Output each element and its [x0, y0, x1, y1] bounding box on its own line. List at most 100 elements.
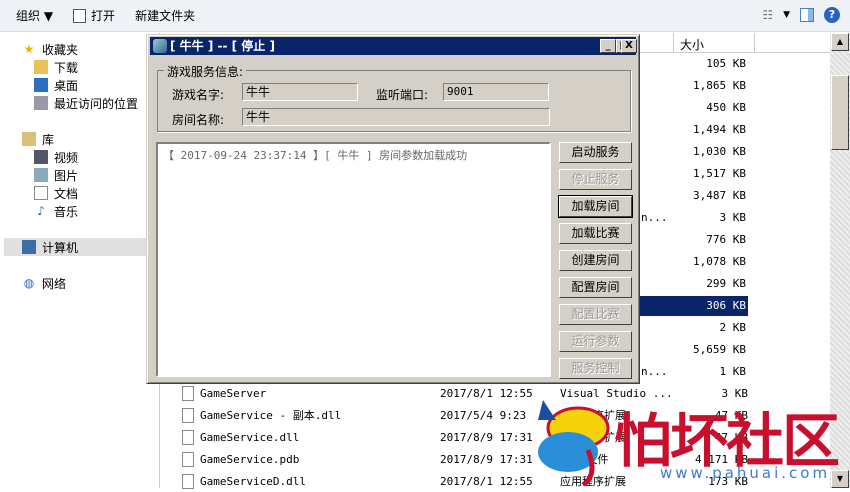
nav-documents[interactable]: 文档	[34, 184, 78, 202]
file-size: 4,171 KB	[695, 453, 748, 466]
file-icon	[182, 474, 194, 489]
view-icon[interactable]: ☷	[762, 8, 773, 22]
minimize-button[interactable]: _	[600, 39, 616, 53]
game-name-field[interactable]: 牛牛	[242, 83, 358, 101]
action-button-8[interactable]: 运行参数	[559, 331, 632, 352]
view-dropdown-icon[interactable]: ▼	[783, 10, 790, 20]
action-button-3[interactable]: 加载房间	[558, 195, 633, 218]
dialog-title: [ 牛牛 ] -- [ 停止 ]	[170, 39, 275, 53]
nav-label: 最近访问的位置	[54, 96, 139, 111]
scroll-down-button[interactable]: ▼	[831, 470, 849, 488]
file-icon	[182, 452, 194, 467]
open-button[interactable]: 打开	[63, 0, 125, 32]
file-icon	[182, 408, 194, 423]
port-field[interactable]: 9001	[443, 83, 549, 101]
computer-icon	[22, 240, 36, 254]
action-button-7[interactable]: 配置比赛	[559, 304, 632, 325]
file-size: 1,494 KB	[693, 123, 746, 136]
game-name-label: 游戏名字:	[172, 88, 225, 102]
preview-pane-icon[interactable]	[800, 8, 814, 22]
nav-recent[interactable]: 最近访问的位置	[34, 94, 138, 112]
room-name-field[interactable]: 牛牛	[242, 108, 550, 126]
column-divider[interactable]	[754, 33, 755, 53]
toolbar: 组织 ▼ 打开 新建文件夹 ☷ ▼ ?	[0, 0, 850, 32]
action-button-2[interactable]: 停止服务	[559, 169, 632, 190]
nav-downloads[interactable]: 下载	[34, 58, 78, 76]
nav-label: 网络	[42, 276, 67, 291]
new-folder-button[interactable]: 新建文件夹	[125, 0, 205, 32]
recent-icon	[34, 96, 48, 110]
file-size: 47 KB	[714, 431, 748, 444]
nav-pictures[interactable]: 图片	[34, 166, 78, 184]
file-date: 2017/5/4 9:23	[440, 409, 527, 422]
type-truncated: n...	[641, 211, 668, 224]
action-button-9[interactable]: 服务控制	[559, 358, 632, 379]
file-date: 2017/8/9 17:31	[440, 431, 533, 444]
pictures-icon	[34, 168, 48, 182]
file-row[interactable]: GameService - 副本.dll 2017/5/4 9:23 应用程序扩展 4…	[180, 406, 750, 426]
nav-network[interactable]: ◍ 网络	[22, 274, 66, 292]
file-icon	[182, 430, 194, 445]
nav-label: 视频	[54, 150, 79, 165]
file-size: 3 KB	[721, 387, 749, 400]
file-size: 1,517 KB	[693, 167, 746, 180]
app-icon	[153, 39, 167, 53]
action-button-5[interactable]: 创建房间	[559, 250, 632, 271]
close-button[interactable]: X	[621, 39, 637, 53]
file-size: 173 KB	[708, 475, 748, 488]
nav-label: 计算机	[42, 240, 79, 255]
file-size: 299 KB	[706, 277, 746, 290]
scroll-up-button[interactable]: ▲	[831, 33, 849, 51]
file-row[interactable]: GameServer 2017/8/1 12:55 Visual Studio ..…	[180, 384, 750, 404]
library-icon	[22, 132, 36, 146]
dialog-title-bar[interactable]: [ 牛牛 ] -- [ 停止 ] _ □	[150, 37, 636, 55]
file-size: 47 KB	[714, 409, 748, 422]
nav-videos[interactable]: 视频	[34, 148, 78, 166]
file-size: 2 KB	[719, 321, 747, 334]
action-button-1[interactable]: 启动服务	[559, 142, 632, 163]
vertical-scrollbar[interactable]: ▲ ▼	[830, 33, 850, 488]
port-label: 监听端口:	[376, 88, 429, 102]
file-type: 应用程序扩展	[560, 409, 626, 422]
size-header-label: 大小	[680, 38, 705, 52]
nav-favorites[interactable]: ★ 收藏夹	[22, 40, 78, 58]
file-type: 应用程序扩展	[560, 431, 626, 444]
file-name: GameServiceD.dll	[200, 475, 306, 488]
help-icon[interactable]: ?	[824, 7, 840, 23]
downloads-icon	[34, 60, 48, 74]
nav-desktop[interactable]: 桌面	[34, 76, 78, 94]
file-size: 776 KB	[706, 233, 746, 246]
open-icon	[73, 8, 87, 23]
new-folder-label: 新建文件夹	[135, 9, 196, 23]
size-column-header[interactable]: 大小	[640, 33, 830, 53]
file-size: 450 KB	[706, 101, 746, 114]
nav-label: 音乐	[54, 204, 79, 219]
nav-label: 库	[42, 132, 55, 147]
file-row[interactable]: GameService.dll 2017/8/9 17:31 应用程序扩展 47 KB	[180, 428, 750, 448]
nav-label: 下载	[54, 60, 79, 75]
nav-libraries[interactable]: 库	[22, 130, 54, 148]
network-icon: ◍	[23, 276, 35, 290]
log-output[interactable]: 【 2017-09-24 23:37:14 】[ 牛牛 ] 房间参数加载成功	[156, 142, 551, 377]
file-date: 2017/8/1 12:55	[440, 387, 533, 400]
nav-label: 图片	[54, 168, 79, 183]
file-size: 1,865 KB	[693, 79, 746, 92]
nav-music[interactable]: ♪ 音乐	[34, 202, 78, 220]
file-icon	[182, 386, 194, 401]
action-button-6[interactable]: 配置房间	[559, 277, 632, 298]
scroll-thumb[interactable]	[831, 75, 849, 150]
desktop-icon	[34, 78, 48, 92]
star-icon: ★	[23, 42, 35, 56]
video-icon	[34, 150, 48, 164]
organize-button[interactable]: 组织 ▼	[0, 0, 63, 32]
nav-computer[interactable]: 计算机	[22, 238, 78, 256]
file-size: 3,487 KB	[693, 189, 746, 202]
music-icon: ♪	[37, 204, 45, 218]
action-button-4[interactable]: 加载比赛	[559, 223, 632, 244]
file-name: GameService.pdb	[200, 453, 300, 466]
column-divider[interactable]	[673, 33, 674, 53]
file-row[interactable]: GameServiceD.dll 2017/8/1 12:55 应用程序扩展 173 …	[180, 472, 750, 492]
nav-label: 收藏夹	[42, 42, 79, 57]
file-row[interactable]: GameService.pdb 2017/8/9 17:31 PDB 文件 4,171…	[180, 450, 750, 470]
log-line: 【 2017-09-24 23:37:14 】[ 牛牛 ] 房间参数加载成功	[163, 149, 468, 162]
